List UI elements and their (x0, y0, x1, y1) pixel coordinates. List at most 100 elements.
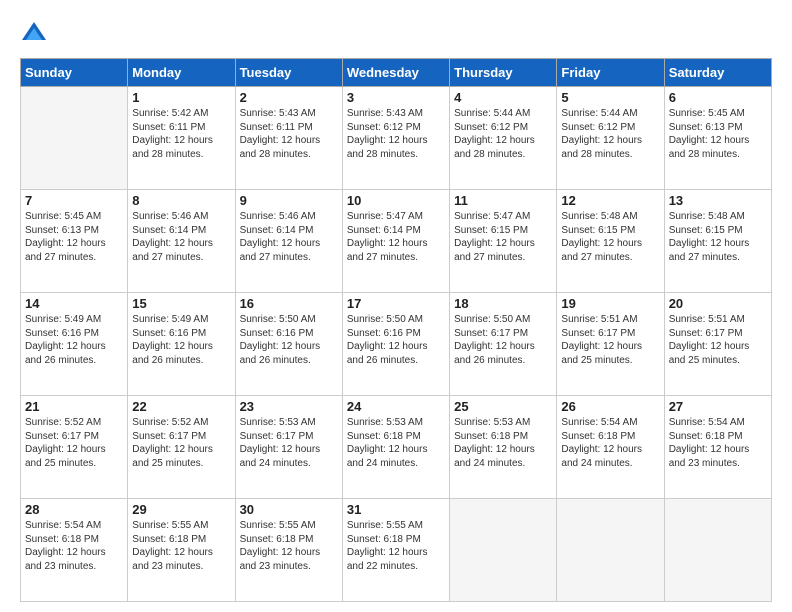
calendar-cell (557, 499, 664, 602)
day-info: Sunrise: 5:54 AM Sunset: 6:18 PM Dayligh… (561, 416, 659, 470)
calendar-cell (450, 499, 557, 602)
day-info: Sunrise: 5:52 AM Sunset: 6:17 PM Dayligh… (25, 416, 123, 470)
weekday-header-thursday: Thursday (450, 59, 557, 87)
weekday-header-tuesday: Tuesday (235, 59, 342, 87)
day-number: 2 (240, 90, 338, 105)
weekday-header-friday: Friday (557, 59, 664, 87)
day-info: Sunrise: 5:44 AM Sunset: 6:12 PM Dayligh… (454, 107, 552, 161)
day-number: 21 (25, 399, 123, 414)
calendar-cell: 20Sunrise: 5:51 AM Sunset: 6:17 PM Dayli… (664, 293, 771, 396)
day-number: 23 (240, 399, 338, 414)
calendar-cell: 17 Sunrise: 5:50 AM Sunset: 6:16 PM Dayli… (342, 293, 449, 396)
day-info: Sunrise: 5:55 AM Sunset: 6:18 PM Dayligh… (240, 519, 338, 573)
day-number: 13 (669, 193, 767, 208)
day-number: 7 (25, 193, 123, 208)
calendar-cell (21, 87, 128, 190)
calendar-week-2: 7 Sunrise: 5:45 AM Sunset: 6:13 PM Daylig… (21, 190, 772, 293)
calendar-cell: 5 Sunrise: 5:44 AM Sunset: 6:12 PM Daylig… (557, 87, 664, 190)
day-info: Sunrise: 5:54 AM Sunset: 6:18 PM Dayligh… (25, 519, 123, 573)
day-number: 1 (132, 90, 230, 105)
calendar-cell: 19 Sunrise: 5:51 AM Sunset: 6:17 PM Dayli… (557, 293, 664, 396)
weekday-header-saturday: Saturday (664, 59, 771, 87)
day-info: Sunrise: 5:48 AM Sunset: 6:15 PM Dayligh… (669, 210, 767, 264)
day-info: Sunrise: 5:46 AM Sunset: 6:14 PM Dayligh… (240, 210, 338, 264)
day-info: Sunrise: 5:42 AM Sunset: 6:11 PM Dayligh… (132, 107, 230, 161)
calendar-cell: 26 Sunrise: 5:54 AM Sunset: 6:18 PM Dayli… (557, 396, 664, 499)
day-info: Sunrise: 5:52 AM Sunset: 6:17 PM Dayligh… (132, 416, 230, 470)
calendar-cell: 15 Sunrise: 5:49 AM Sunset: 6:16 PM Dayli… (128, 293, 235, 396)
day-info: Sunrise: 5:55 AM Sunset: 6:18 PM Dayligh… (347, 519, 445, 573)
day-info: Sunrise: 5:46 AM Sunset: 6:14 PM Dayligh… (132, 210, 230, 264)
calendar-cell: 23 Sunrise: 5:53 AM Sunset: 6:17 PM Dayli… (235, 396, 342, 499)
day-info: Sunrise: 5:53 AM Sunset: 6:18 PM Dayligh… (454, 416, 552, 470)
day-number: 25 (454, 399, 552, 414)
logo-icon (20, 20, 48, 48)
calendar-cell: 10Sunrise: 5:47 AM Sunset: 6:14 PM Dayli… (342, 190, 449, 293)
day-info: Sunrise: 5:50 AM Sunset: 6:16 PM Dayligh… (347, 313, 445, 367)
calendar-week-3: 14 Sunrise: 5:49 AM Sunset: 6:16 PM Dayli… (21, 293, 772, 396)
logo (20, 20, 52, 48)
calendar-cell: 18Sunrise: 5:50 AM Sunset: 6:17 PM Dayli… (450, 293, 557, 396)
day-info: Sunrise: 5:47 AM Sunset: 6:14 PM Dayligh… (347, 210, 445, 264)
calendar-cell: 22 Sunrise: 5:52 AM Sunset: 6:17 PM Dayli… (128, 396, 235, 499)
calendar-header-row: SundayMondayTuesdayWednesdayThursdayFrid… (21, 59, 772, 87)
calendar-cell: 7 Sunrise: 5:45 AM Sunset: 6:13 PM Daylig… (21, 190, 128, 293)
day-info: Sunrise: 5:44 AM Sunset: 6:12 PM Dayligh… (561, 107, 659, 161)
day-number: 31 (347, 502, 445, 517)
calendar-cell: 6 Sunrise: 5:45 AM Sunset: 6:13 PM Daylig… (664, 87, 771, 190)
calendar-cell: 21 Sunrise: 5:52 AM Sunset: 6:17 PM Dayli… (21, 396, 128, 499)
calendar-cell: 13 Sunrise: 5:48 AM Sunset: 6:15 PM Dayli… (664, 190, 771, 293)
day-number: 26 (561, 399, 659, 414)
day-info: Sunrise: 5:54 AM Sunset: 6:18 PM Dayligh… (669, 416, 767, 470)
day-number: 8 (132, 193, 230, 208)
day-number: 9 (240, 193, 338, 208)
day-number: 6 (669, 90, 767, 105)
calendar-cell: 31 Sunrise: 5:55 AM Sunset: 6:18 PM Dayli… (342, 499, 449, 602)
calendar-cell: 25 Sunrise: 5:53 AM Sunset: 6:18 PM Dayli… (450, 396, 557, 499)
day-number: 16 (240, 296, 338, 311)
day-number: 5 (561, 90, 659, 105)
day-info: Sunrise: 5:49 AM Sunset: 6:16 PM Dayligh… (132, 313, 230, 367)
day-number: 30 (240, 502, 338, 517)
day-number: 29 (132, 502, 230, 517)
calendar-cell: 28 Sunrise: 5:54 AM Sunset: 6:18 PM Dayli… (21, 499, 128, 602)
calendar-cell: 30 Sunrise: 5:55 AM Sunset: 6:18 PM Dayli… (235, 499, 342, 602)
day-number: 17 (347, 296, 445, 311)
day-info: Sunrise: 5:43 AM Sunset: 6:11 PM Dayligh… (240, 107, 338, 161)
calendar-cell: 2 Sunrise: 5:43 AM Sunset: 6:11 PM Daylig… (235, 87, 342, 190)
day-number: 19 (561, 296, 659, 311)
day-number: 20 (669, 296, 767, 311)
day-number: 24 (347, 399, 445, 414)
calendar-week-5: 28 Sunrise: 5:54 AM Sunset: 6:18 PM Dayli… (21, 499, 772, 602)
day-info: Sunrise: 5:55 AM Sunset: 6:18 PM Dayligh… (132, 519, 230, 573)
calendar-week-1: 1 Sunrise: 5:42 AM Sunset: 6:11 PM Daylig… (21, 87, 772, 190)
calendar-week-4: 21 Sunrise: 5:52 AM Sunset: 6:17 PM Dayli… (21, 396, 772, 499)
calendar-cell: 9 Sunrise: 5:46 AM Sunset: 6:14 PM Daylig… (235, 190, 342, 293)
day-info: Sunrise: 5:43 AM Sunset: 6:12 PM Dayligh… (347, 107, 445, 161)
weekday-header-monday: Monday (128, 59, 235, 87)
day-info: Sunrise: 5:45 AM Sunset: 6:13 PM Dayligh… (25, 210, 123, 264)
day-info: Sunrise: 5:50 AM Sunset: 6:17 PM Dayligh… (454, 313, 552, 367)
day-info: Sunrise: 5:45 AM Sunset: 6:13 PM Dayligh… (669, 107, 767, 161)
day-info: Sunrise: 5:49 AM Sunset: 6:16 PM Dayligh… (25, 313, 123, 367)
weekday-header-sunday: Sunday (21, 59, 128, 87)
day-number: 14 (25, 296, 123, 311)
page: SundayMondayTuesdayWednesdayThursdayFrid… (0, 0, 792, 612)
calendar-cell: 29 Sunrise: 5:55 AM Sunset: 6:18 PM Dayli… (128, 499, 235, 602)
day-number: 22 (132, 399, 230, 414)
day-info: Sunrise: 5:53 AM Sunset: 6:17 PM Dayligh… (240, 416, 338, 470)
calendar-cell (664, 499, 771, 602)
header (20, 20, 772, 48)
day-info: Sunrise: 5:48 AM Sunset: 6:15 PM Dayligh… (561, 210, 659, 264)
calendar-cell: 27Sunrise: 5:54 AM Sunset: 6:18 PM Dayli… (664, 396, 771, 499)
calendar-cell: 3Sunrise: 5:43 AM Sunset: 6:12 PM Daylig… (342, 87, 449, 190)
day-number: 15 (132, 296, 230, 311)
day-number: 28 (25, 502, 123, 517)
calendar-cell: 14 Sunrise: 5:49 AM Sunset: 6:16 PM Dayli… (21, 293, 128, 396)
weekday-header-wednesday: Wednesday (342, 59, 449, 87)
day-number: 12 (561, 193, 659, 208)
day-info: Sunrise: 5:53 AM Sunset: 6:18 PM Dayligh… (347, 416, 445, 470)
calendar-cell: 12 Sunrise: 5:48 AM Sunset: 6:15 PM Dayli… (557, 190, 664, 293)
calendar-cell: 1 Sunrise: 5:42 AM Sunset: 6:11 PM Daylig… (128, 87, 235, 190)
day-info: Sunrise: 5:51 AM Sunset: 6:17 PM Dayligh… (561, 313, 659, 367)
